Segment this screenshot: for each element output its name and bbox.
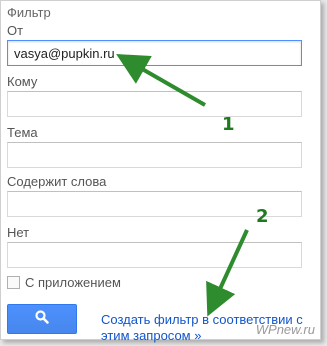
arrow-2 (206, 229, 249, 317)
callout-2: 2 (256, 206, 269, 227)
callout-1: 1 (222, 114, 235, 135)
arrow-1 (116, 54, 206, 107)
annotation-arrows (116, 54, 249, 317)
